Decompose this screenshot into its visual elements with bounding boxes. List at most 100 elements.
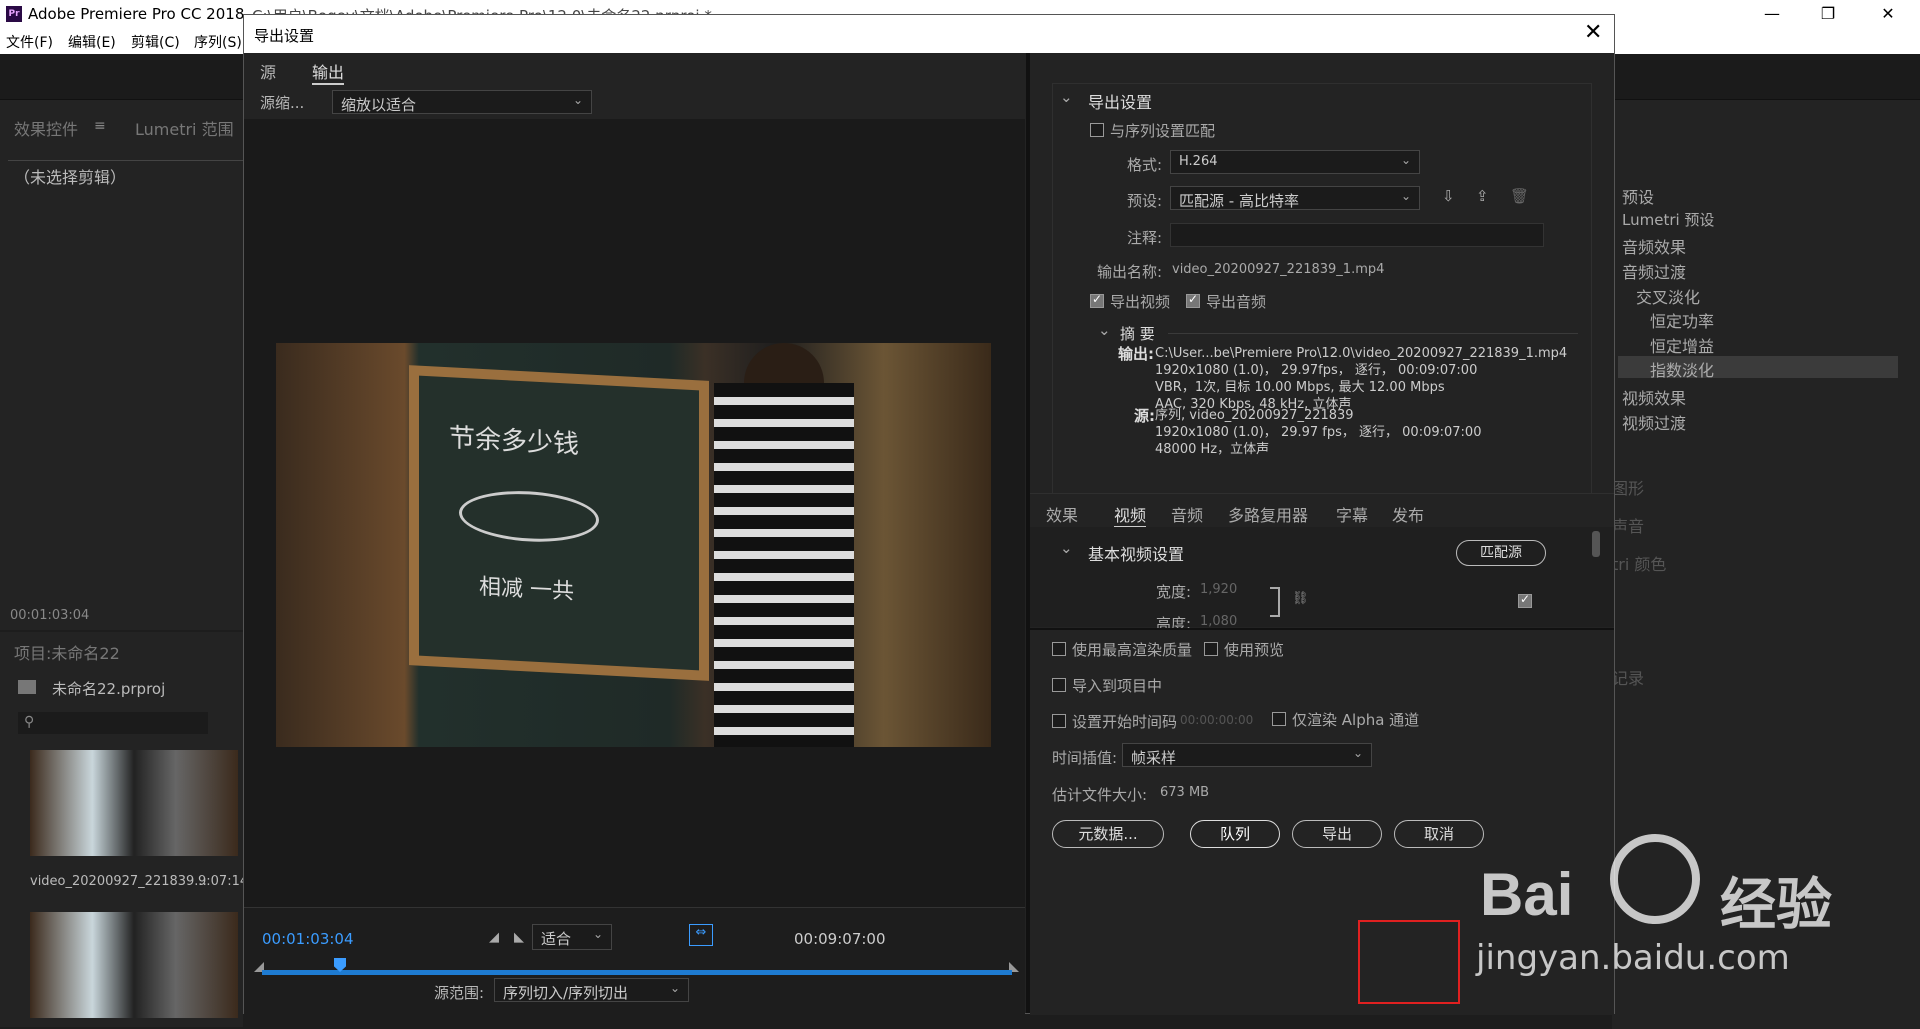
max-render-checkbox[interactable] [1052,642,1066,656]
project-search-input[interactable]: ⚲ [18,712,208,734]
tab-audio[interactable]: 音频 [1171,502,1203,526]
delete-preset-icon[interactable]: 🗑 [1510,187,1529,205]
summary-source-details: 序列, video_20200927_221839 1920x1080 (1.0… [1155,408,1482,457]
panel-tab-graphics[interactable]: 图形 [1612,475,1644,499]
width-value: 1,920 [1200,582,1238,597]
import-project-label: 导入到项目中 [1072,677,1163,695]
no-clip-label: （未选择剪辑） [14,168,127,187]
set-start-timecode-checkbox[interactable] [1052,714,1066,728]
effects-item[interactable]: 视频过渡 [1622,410,1686,434]
effect-controls-panel: 效果控件 ≡ Lumetri 范围 （未选择剪辑） 00:01:03:04 [0,100,243,630]
tab-lumetri-scopes[interactable]: Lumetri 范围 [135,116,234,140]
effects-item[interactable]: 恒定增益 [1650,333,1714,357]
tab-output[interactable]: 输出 [312,59,345,85]
metadata-button[interactable]: 元数据... [1052,820,1164,848]
preset-dropdown[interactable]: 匹配源 - 高比特率 ⌄ [1170,186,1420,210]
effects-item[interactable]: 预设 [1622,184,1654,208]
export-audio-checkbox[interactable] [1186,292,1200,308]
source-scale-dropdown[interactable]: 缩放以适合 ⌄ [332,90,592,114]
minimize-icon[interactable]: — [1760,4,1784,24]
chevron-down-icon: ⌄ [669,981,680,995]
format-label: 格式: [1127,156,1163,174]
close-icon[interactable]: ✕ [1584,20,1602,45]
person-body [714,383,854,747]
search-icon: ⚲ [24,714,35,730]
tab-effect-controls[interactable]: 效果控件 [14,116,78,140]
dialog-title-bar: 导出设置 ✕ [244,15,1614,53]
mark-out-icon[interactable]: ◣ [514,930,524,945]
chevron-down-icon[interactable]: ⌄ [1098,321,1111,339]
comment-input[interactable] [1170,223,1544,247]
source-range-dropdown[interactable]: 序列切入/序列切出 ⌄ [494,978,689,1002]
effects-item[interactable]: 音频效果 [1622,234,1686,258]
maximize-icon[interactable]: ❐ [1816,4,1840,24]
format-dropdown[interactable]: H.264 ⌄ [1170,150,1420,174]
file-size-value: 673 MB [1160,785,1210,800]
effects-item[interactable]: 音频过渡 [1622,259,1686,283]
watermark-url: jingyan.baidu.com [1476,938,1790,978]
panel-menu-icon[interactable]: ≡ [94,118,106,134]
chevron-down-icon: ⌄ [572,93,583,107]
start-timecode-value[interactable]: 00:00:00:00 [1180,713,1253,727]
alpha-only-label: 仅渲染 Alpha 通道 [1292,711,1420,729]
panel-tab-history[interactable]: 记录 [1612,665,1644,689]
timeline-range-bar[interactable] [262,970,1012,975]
export-button[interactable]: 导出 [1292,820,1382,848]
use-preview-checkbox[interactable] [1204,642,1218,656]
tab-effects[interactable]: 效果 [1046,502,1078,526]
match-source-button[interactable]: 匹配源 [1456,540,1546,566]
tab-publish[interactable]: 发布 [1392,502,1424,526]
chevron-down-icon[interactable]: ⌄ [1060,88,1073,106]
clip-duration: 9:07:14 [198,874,249,889]
export-video-checkbox[interactable] [1090,292,1104,308]
tab-captions[interactable]: 字幕 [1336,502,1368,526]
aspect-toggle-icon[interactable]: ⇔ [689,924,713,946]
queue-button[interactable]: 队列 [1190,820,1280,848]
preview-tabs: 源 输出 [244,53,1025,87]
watermark-brand2: 经验 [1720,873,1832,938]
alpha-only-checkbox[interactable] [1272,712,1286,726]
panel-tab-audio[interactable]: 声音 [1612,513,1644,537]
fit-dropdown[interactable]: 适合 ⌄ [532,924,612,950]
effects-item[interactable]: Lumetri 预设 [1622,209,1714,230]
match-sequence-checkbox[interactable] [1090,123,1104,137]
summary-output-label: 输出: [1118,345,1154,363]
effects-item[interactable]: 视频效果 [1622,385,1686,409]
clip-thumbnail[interactable] [30,912,238,1018]
panel-tab-lumetri-color[interactable]: tri 颜色 [1612,551,1666,575]
tab-source[interactable]: 源 [260,59,276,83]
mark-in-icon[interactable]: ◢ [489,930,499,945]
menu-file[interactable]: 文件(F) [6,32,53,52]
current-timecode[interactable]: 00:01:03:04 [262,930,354,948]
output-name-link[interactable]: video_20200927_221839_1.mp4 [1172,262,1384,277]
chalk-text: 相减 一共 [479,574,574,605]
effects-item[interactable]: 交叉淡化 [1636,284,1700,308]
tab-video[interactable]: 视频 [1114,502,1147,528]
export-settings-dialog: 导出设置 ✕ 源 输出 源缩... 缩放以适合 ⌄ 节余多少钱 相减 一共 00:… [243,14,1615,1015]
effects-item[interactable]: 恒定功率 [1650,308,1714,332]
clip-thumbnail[interactable] [30,750,238,856]
comment-label: 注释: [1127,229,1163,247]
effects-item[interactable]: 指数淡化 [1650,357,1714,381]
scrollbar-thumb[interactable] [1592,531,1600,557]
max-render-label: 使用最高渲染质量 [1072,641,1193,659]
tab-multiplexer[interactable]: 多路复用器 [1228,502,1308,526]
import-preset-icon[interactable]: ⇪ [1476,187,1489,205]
menu-clip[interactable]: 剪辑(C) [131,32,180,52]
menu-edit[interactable]: 编辑(E) [68,32,116,52]
save-preset-icon[interactable]: ⇩ [1442,187,1455,205]
time-interpolation-dropdown[interactable]: 帧采样 ⌄ [1122,743,1372,767]
chalkboard: 节余多少钱 相减 一共 [409,365,709,681]
close-window-icon[interactable]: ✕ [1876,4,1900,24]
link-icon[interactable]: ⛓ [1292,591,1309,606]
premiere-logo-icon: Pr [6,6,22,22]
export-settings-title: 导出设置 [1088,93,1153,112]
menu-sequence[interactable]: 序列(S) [194,32,242,52]
import-project-checkbox[interactable] [1052,678,1066,692]
output-name-label: 输出名称: [1097,263,1163,281]
width-label: 宽度: [1156,583,1192,601]
time-interpolation-label: 时间插值: [1052,749,1118,767]
source-range-label: 源范围: [434,984,485,1002]
match-source-width-checkbox[interactable] [1518,592,1532,608]
chevron-down-icon[interactable]: ⌄ [1060,539,1073,557]
